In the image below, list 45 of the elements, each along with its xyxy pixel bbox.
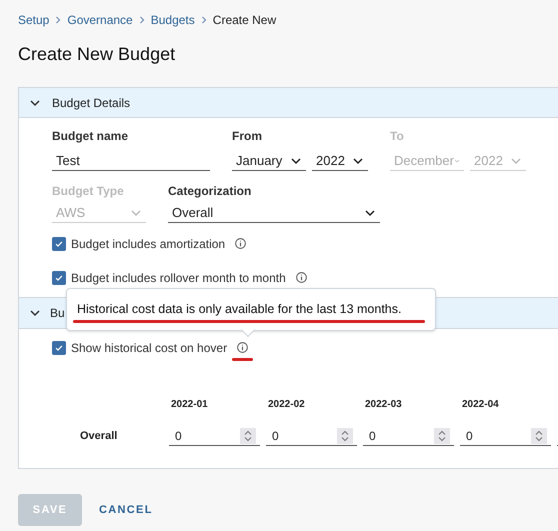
chevron-right-icon: [200, 16, 207, 24]
section-header[interactable]: Budget Details: [19, 88, 558, 118]
info-icon[interactable]: [235, 238, 246, 249]
field-label: Categorization: [168, 183, 252, 200]
budget-name-field[interactable]: Test: [52, 151, 210, 171]
field-label: Budget name: [52, 128, 130, 145]
breadcrumb-link[interactable]: Setup: [18, 11, 50, 29]
stepper-icon[interactable]: [434, 428, 450, 444]
amount-field[interactable]: 0: [460, 426, 551, 446]
checkbox[interactable]: [52, 236, 66, 250]
row-label: Overall: [79, 428, 118, 444]
checkbox-label: Budget includes rollover month to month: [71, 270, 286, 286]
info-icon[interactable]: [237, 342, 248, 353]
amount-field[interactable]: 0: [169, 426, 260, 446]
breadcrumb-link[interactable]: Governance: [67, 11, 133, 29]
field-label: Budget Type: [52, 183, 125, 200]
stepper-icon[interactable]: [531, 428, 547, 444]
checkbox-label: Show historical cost on hover: [71, 340, 228, 356]
stepper-icon[interactable]: [240, 428, 256, 444]
categorization-select[interactable]: Overall: [168, 203, 380, 223]
tooltip-text: Historical cost data is only available for the last 13 months.: [77, 301, 402, 318]
checkbox[interactable]: [52, 340, 66, 354]
section-title: Budget Details: [52, 94, 130, 112]
column-header: 2022-02: [268, 398, 306, 412]
checkbox[interactable]: [52, 270, 66, 284]
column-header: 2022-01: [171, 398, 209, 412]
info-icon[interactable]: [296, 272, 307, 283]
chevron-right-icon: [138, 16, 145, 24]
stepper-icon[interactable]: [337, 428, 353, 444]
amount-field[interactable]: 0: [266, 426, 357, 446]
field-label: To: [390, 128, 405, 145]
column-header: 2022-03: [365, 398, 403, 412]
month-select[interactable]: January: [232, 151, 306, 171]
field-label: From: [232, 128, 263, 145]
year-select[interactable]: 2022: [312, 151, 368, 171]
checkbox-label: Budget includes amortization: [71, 236, 226, 252]
amount-field[interactable]: 0: [363, 426, 454, 446]
section-title: Bu: [50, 305, 65, 322]
column-header: 2022-04: [462, 398, 500, 412]
annotation-underline: [232, 358, 254, 361]
breadcrumb-current: Create New: [212, 12, 276, 29]
cancel-link[interactable]: CANCEL: [99, 494, 153, 526]
page-title: Create New Budget: [17, 43, 176, 66]
breadcrumb-link[interactable]: Budgets: [150, 11, 195, 29]
chevron-right-icon: [55, 16, 62, 24]
